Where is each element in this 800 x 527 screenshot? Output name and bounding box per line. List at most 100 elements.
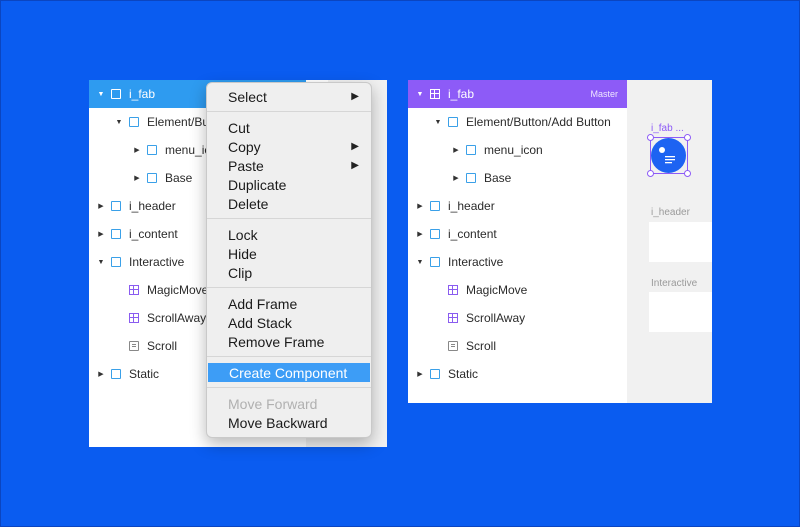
- context-menu: Select ▶ Cut Copy ▶ Paste ▶ Duplicate Delete Lock…: [206, 82, 372, 438]
- layer-label: Element/Bu: [147, 115, 210, 129]
- caret-down-icon[interactable]: ▼: [416, 258, 424, 266]
- layer-label: i_content: [448, 227, 497, 241]
- menu-item-label: Cut: [228, 119, 250, 136]
- fab-button[interactable]: [651, 138, 686, 173]
- submenu-arrow-icon: ▶: [351, 91, 359, 102]
- submenu-arrow-icon: ▶: [351, 160, 359, 171]
- menu-item-label: Move Forward: [228, 395, 318, 412]
- caret-right-icon[interactable]: ▶: [416, 202, 424, 210]
- layer-label: Interactive: [448, 255, 504, 269]
- layer-row-scroll[interactable]: Scroll: [408, 332, 627, 360]
- menu-item-add-frame[interactable]: Add Frame: [207, 294, 371, 313]
- layer-label: i_content: [129, 227, 178, 241]
- menu-item-label: Duplicate: [228, 176, 287, 193]
- layer-label: MagicMove: [466, 283, 528, 297]
- layer-label: Interactive: [129, 255, 185, 269]
- layer-label: Scroll: [466, 339, 497, 353]
- menu-item-add-stack[interactable]: Add Stack: [207, 313, 371, 332]
- frame-icon: [466, 145, 476, 155]
- caret-right-icon[interactable]: ▶: [452, 146, 460, 154]
- layer-label: MagicMove: [147, 283, 209, 297]
- component-icon: [129, 313, 139, 323]
- frame-icon: [111, 369, 121, 379]
- resize-handle-bottom-left[interactable]: [647, 170, 654, 177]
- caret-down-icon[interactable]: ▼: [115, 118, 123, 126]
- menu-item-label: Lock: [228, 226, 258, 243]
- menu-item-move-forward: Move Forward: [207, 394, 371, 413]
- layer-label: Base: [165, 171, 193, 185]
- fab-frame-label[interactable]: i_fab ...: [651, 123, 684, 134]
- caret-down-icon[interactable]: ▼: [97, 90, 105, 98]
- frame-icon: [129, 117, 139, 127]
- layer-row-i-content[interactable]: ▶ i_content: [408, 220, 627, 248]
- menu-item-move-backward[interactable]: Move Backward: [207, 413, 371, 432]
- frame-icon: [111, 229, 121, 239]
- caret-right-icon[interactable]: ▶: [97, 370, 105, 378]
- resize-handle-top-right[interactable]: [684, 134, 691, 141]
- layer-label: Static: [448, 367, 479, 381]
- frame-icon: [430, 369, 440, 379]
- right-layers-panel: ▼ i_fab Master ▼ Element/Button/Add Button ▶ m…: [408, 80, 712, 403]
- submenu-arrow-icon: ▶: [351, 141, 359, 152]
- canvas-frame-header[interactable]: [649, 222, 712, 262]
- caret-down-icon[interactable]: ▼: [97, 258, 105, 266]
- menu-item-create-component[interactable]: Create Component: [208, 363, 370, 382]
- frame-icon: [111, 89, 121, 99]
- menu-item-remove-frame[interactable]: Remove Frame: [207, 332, 371, 351]
- component-icon: [448, 285, 458, 295]
- layer-label: Element/Button/Add Button: [466, 115, 611, 129]
- caret-right-icon[interactable]: ▶: [133, 146, 141, 154]
- resize-handle-top-left[interactable]: [647, 134, 654, 141]
- menu-item-label: Add Stack: [228, 314, 292, 331]
- layer-row-scrollaway[interactable]: ScrollAway: [408, 304, 627, 332]
- frame-icon: [111, 201, 121, 211]
- caret-right-icon[interactable]: ▶: [97, 230, 105, 238]
- caret-right-icon[interactable]: ▶: [133, 174, 141, 182]
- layer-row-menu-icon[interactable]: ▶ menu_icon: [408, 136, 627, 164]
- menu-separator: [207, 387, 371, 388]
- menu-item-copy[interactable]: Copy ▶: [207, 137, 371, 156]
- layer-row-element-button-add-button[interactable]: ▼ Element/Button/Add Button: [408, 108, 627, 136]
- scroll-icon: [448, 341, 458, 351]
- menu-item-paste[interactable]: Paste ▶: [207, 156, 371, 175]
- caret-right-icon[interactable]: ▶: [416, 370, 424, 378]
- menu-item-label: Create Component: [229, 364, 348, 381]
- menu-item-label: Add Frame: [228, 295, 298, 312]
- menu-item-lock[interactable]: Lock: [207, 225, 371, 244]
- layer-row-interactive[interactable]: ▼ Interactive: [408, 248, 627, 276]
- component-icon: [129, 285, 139, 295]
- menu-item-hide[interactable]: Hide: [207, 244, 371, 263]
- scroll-icon: [129, 341, 139, 351]
- menu-item-clip[interactable]: Clip: [207, 263, 371, 282]
- resize-handle-bottom-right[interactable]: [684, 170, 691, 177]
- caret-right-icon[interactable]: ▶: [97, 202, 105, 210]
- caret-right-icon[interactable]: ▶: [452, 174, 460, 182]
- frame-icon: [448, 117, 458, 127]
- frame-icon: [147, 173, 157, 183]
- layer-label: i_header: [448, 199, 495, 213]
- menu-item-label: Copy: [228, 138, 261, 155]
- layer-row-i-fab[interactable]: ▼ i_fab Master: [408, 80, 627, 108]
- layer-row-base[interactable]: ▶ Base: [408, 164, 627, 192]
- canvas-label-header: i_header: [651, 207, 690, 218]
- menu-item-label: Hide: [228, 245, 257, 262]
- menu-separator: [207, 287, 371, 288]
- caret-right-icon[interactable]: ▶: [416, 230, 424, 238]
- right-canvas-area[interactable]: i_fab ... i_header Interactive: [627, 80, 712, 403]
- caret-down-icon[interactable]: ▼: [416, 90, 424, 98]
- caret-down-icon[interactable]: ▼: [434, 118, 442, 126]
- menu-separator: [207, 218, 371, 219]
- layer-row-magicmove[interactable]: MagicMove: [408, 276, 627, 304]
- menu-separator: [207, 111, 371, 112]
- layer-label: ScrollAway: [147, 311, 207, 325]
- canvas-frame-interactive[interactable]: [649, 292, 712, 332]
- layer-row-i-header[interactable]: ▶ i_header: [408, 192, 627, 220]
- frame-icon: [430, 229, 440, 239]
- menu-item-select[interactable]: Select ▶: [207, 87, 371, 106]
- layer-label: menu_ic: [165, 143, 211, 157]
- menu-item-cut[interactable]: Cut: [207, 118, 371, 137]
- layer-row-static[interactable]: ▶ Static: [408, 360, 627, 388]
- menu-item-duplicate[interactable]: Duplicate: [207, 175, 371, 194]
- component-icon: [430, 89, 440, 99]
- menu-item-delete[interactable]: Delete: [207, 194, 371, 213]
